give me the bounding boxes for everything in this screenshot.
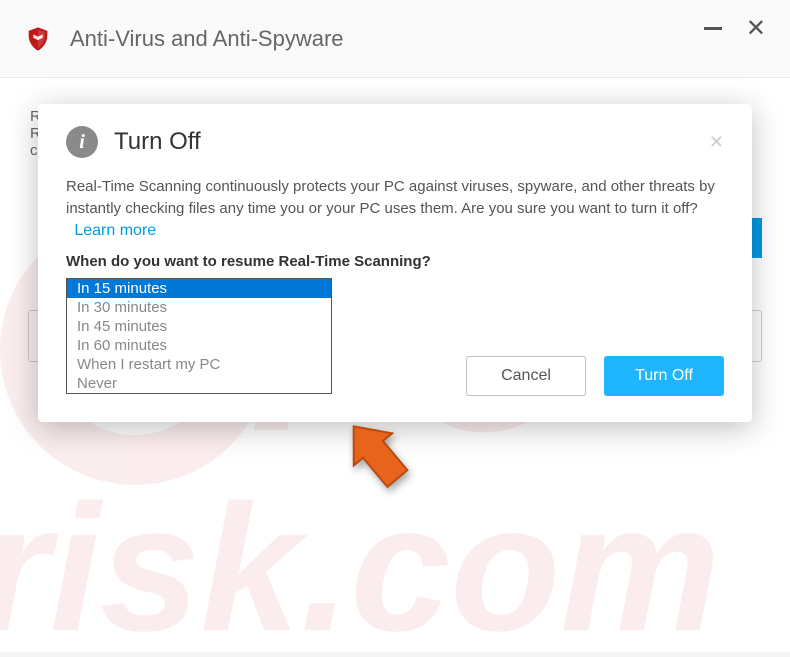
- dropdown-option-15min[interactable]: In 15 minutes: [67, 279, 331, 298]
- learn-more-link[interactable]: Learn more: [74, 222, 156, 239]
- dialog-header: i Turn Off ✕: [66, 126, 724, 158]
- dialog-body: Real-Time Scanning continuously protects…: [66, 176, 724, 241]
- cancel-button[interactable]: Cancel: [466, 356, 586, 396]
- info-icon: i: [66, 126, 98, 158]
- dialog-title: Turn Off: [114, 128, 709, 156]
- dropdown-option-30min[interactable]: In 30 minutes: [67, 298, 331, 317]
- dropdown-option-60min[interactable]: In 60 minutes: [67, 336, 331, 355]
- dialog-close-button[interactable]: ✕: [709, 132, 724, 153]
- annotation-arrow-icon: [340, 405, 420, 500]
- resume-question-label: When do you want to resume Real-Time Sca…: [66, 253, 724, 270]
- turn-off-dialog: i Turn Off ✕ Real-Time Scanning continuo…: [38, 104, 752, 422]
- turn-off-button[interactable]: Turn Off: [604, 356, 724, 396]
- dialog-description: Real-Time Scanning continuously protects…: [66, 178, 715, 217]
- modal-overlay: i Turn Off ✕ Real-Time Scanning continuo…: [0, 0, 790, 652]
- dropdown-option-45min[interactable]: In 45 minutes: [67, 317, 331, 336]
